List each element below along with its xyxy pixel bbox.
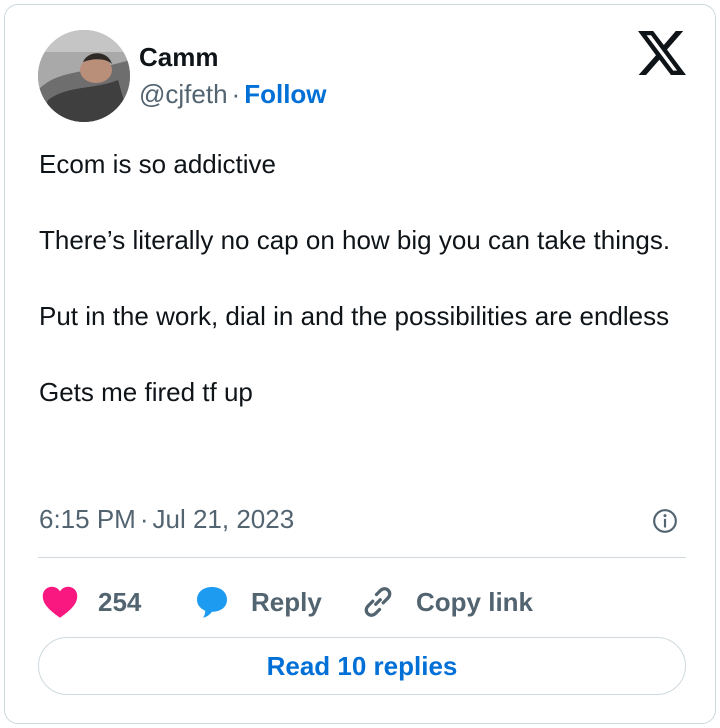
tweet-paragraph: Gets me fired tf up bbox=[39, 377, 253, 407]
copy-link-label: Copy link bbox=[416, 586, 534, 617]
reply-bubble-icon bbox=[193, 584, 231, 620]
author-handle-row: @cjfeth · Follow bbox=[139, 78, 327, 110]
divider bbox=[38, 557, 686, 558]
separator-dot: · bbox=[231, 79, 241, 109]
avatar[interactable] bbox=[38, 30, 130, 122]
tweet-paragraph: Ecom is so addictive bbox=[39, 149, 276, 179]
read-replies-button[interactable]: Read 10 replies bbox=[38, 637, 686, 695]
tweet-time: 6:15 PM bbox=[39, 504, 136, 534]
x-logo-icon[interactable] bbox=[638, 31, 686, 75]
info-icon[interactable] bbox=[652, 508, 678, 534]
tweet-timestamp[interactable]: 6:15 PM · Jul 21, 2023 bbox=[39, 503, 294, 535]
avatar-image bbox=[38, 30, 130, 122]
author-handle[interactable]: @cjfeth bbox=[139, 79, 228, 109]
heart-icon bbox=[42, 585, 78, 619]
action-bar: 254 Reply Copy link bbox=[38, 578, 686, 626]
reply-button[interactable]: Reply bbox=[193, 578, 322, 626]
link-icon bbox=[360, 584, 396, 620]
reply-label: Reply bbox=[251, 586, 322, 617]
like-button[interactable]: 254 bbox=[42, 578, 141, 626]
tweet-paragraph: Put in the work, dial in and the possibi… bbox=[39, 301, 670, 331]
tweet-card: Camm @cjfeth · Follow Ecom is so addictive… bbox=[4, 4, 716, 724]
follow-button[interactable]: Follow bbox=[244, 79, 326, 109]
separator-dot: · bbox=[139, 504, 149, 534]
author-name[interactable]: Camm bbox=[139, 42, 218, 72]
tweet-text: Ecom is so addictive There’s literally n… bbox=[39, 145, 679, 411]
like-count: 254 bbox=[98, 586, 142, 617]
tweet-date: Jul 21, 2023 bbox=[152, 504, 295, 534]
copy-link-button[interactable]: Copy link bbox=[360, 578, 533, 626]
tweet-paragraph: There’s literally no cap on how big you … bbox=[39, 225, 671, 255]
